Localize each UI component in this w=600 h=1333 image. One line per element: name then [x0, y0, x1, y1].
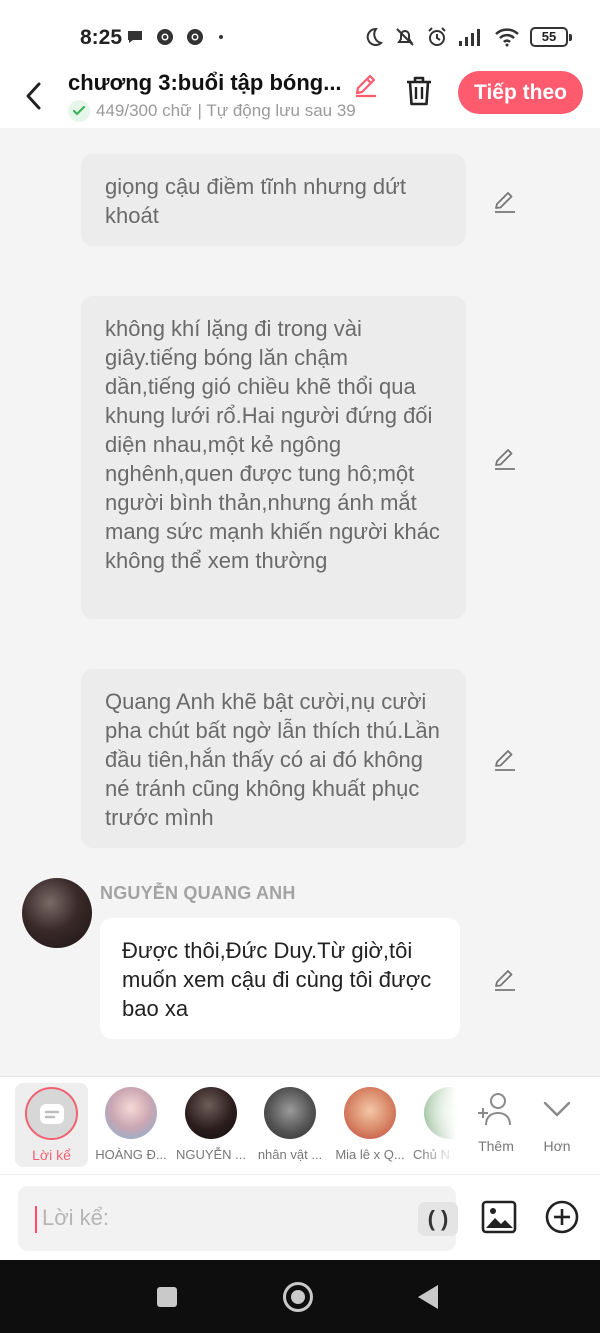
dialogue-text: Được thôi,Đức Duy.Từ giờ,tôi muốn xem cậ… [122, 938, 432, 1021]
home-button[interactable] [283, 1282, 313, 1312]
character-option[interactable]: nhân vật ... [251, 1087, 329, 1162]
add-character-label: Thêm [478, 1138, 514, 1154]
pencil-icon [495, 970, 515, 991]
narration-text: Quang Anh khẽ bật cười,nụ cười pha chút … [105, 689, 440, 830]
chat-notification-icon [128, 31, 142, 43]
dialogue-bubble[interactable]: Được thôi,Đức Duy.Từ giờ,tôi muốn xem cậ… [100, 918, 460, 1039]
back-button[interactable] [18, 76, 50, 116]
pencil-icon [495, 449, 515, 470]
character-avatar[interactable] [22, 878, 92, 948]
chevron-down-icon [543, 1101, 571, 1117]
narration-text: giọng cậu điềm tĩnh nhưng dứt khoát [105, 174, 406, 228]
editor-header: chương 3:buổi tập bóng... 449/300 chữ | … [0, 70, 600, 128]
more-button[interactable]: Hơn [527, 1091, 587, 1154]
narration-mode-button[interactable]: Lời kể [15, 1083, 88, 1167]
scroll-fade [420, 1077, 460, 1175]
character-option-label: Mia lê x Q... [335, 1147, 405, 1162]
edit-title-button[interactable] [352, 70, 380, 98]
plus-circle-icon [545, 1200, 579, 1234]
narration-text: không khí lặng đi trong vài giây.tiếng b… [105, 316, 440, 573]
status-system-icons: 55 [362, 26, 572, 48]
alarm-icon [428, 27, 446, 46]
character-option[interactable]: NGUYỄN ... [172, 1087, 250, 1162]
parentheses-button[interactable]: ( ) [418, 1202, 458, 1236]
chevron-left-icon [26, 82, 41, 110]
pencil-icon [355, 74, 376, 98]
check-icon [68, 100, 90, 122]
character-avatar [344, 1087, 396, 1139]
system-nav-bar [0, 1260, 600, 1333]
character-avatar [105, 1087, 157, 1139]
save-status: 449/300 chữ | Tự động lưu sau 39 [68, 100, 356, 122]
edit-message-button[interactable] [492, 746, 518, 772]
character-name: NGUYỄN QUANG ANH [100, 883, 296, 903]
home-dot-icon [291, 1290, 305, 1304]
signal-icon [459, 29, 480, 46]
character-option-label: nhân vật ... [257, 1147, 323, 1162]
narration-input[interactable]: Lời kể: ( ) [18, 1186, 458, 1251]
chapter-title[interactable]: chương 3:buổi tập bóng... [68, 70, 342, 96]
narration-bubble[interactable]: giọng cậu điềm tĩnh nhưng dứt khoát [81, 154, 466, 246]
edit-message-button[interactable] [492, 445, 518, 471]
add-person-icon [478, 1093, 511, 1126]
edit-message-button[interactable] [492, 188, 518, 214]
recents-button[interactable] [157, 1287, 177, 1307]
story-content[interactable]: giọng cậu điềm tĩnh nhưng dứt khoát khôn… [0, 128, 600, 1076]
system-back-button[interactable] [418, 1285, 438, 1309]
character-picker: Lời kể HOÀNG Đ... NGUYỄN ... nhân vật ..… [0, 1076, 600, 1175]
add-content-button[interactable] [545, 1200, 579, 1234]
word-count: 449/300 chữ [96, 101, 192, 120]
text-caret [35, 1206, 37, 1233]
moon-icon [366, 27, 384, 46]
pencil-icon [495, 192, 515, 213]
composer: Lời kể: ( ) [0, 1174, 600, 1260]
character-option[interactable]: HOÀNG Đ... [92, 1087, 170, 1162]
character-option-label: HOÀNG Đ... [95, 1147, 167, 1162]
edit-message-button[interactable] [492, 966, 518, 992]
input-placeholder: Lời kể: [42, 1205, 110, 1230]
character-avatar [185, 1087, 237, 1139]
pencil-icon [495, 750, 515, 771]
add-character-button[interactable]: Thêm [466, 1091, 526, 1154]
autosave-text: | Tự động lưu sau 39 [197, 101, 356, 120]
trash-icon [407, 76, 431, 106]
battery-indicator: 55 [530, 27, 572, 47]
chrome-icon [157, 29, 173, 45]
narration-bubble[interactable]: Quang Anh khẽ bật cười,nụ cười pha chút … [81, 669, 466, 848]
narration-label: Lời kể [32, 1147, 71, 1163]
character-option[interactable]: Mia lê x Q... [331, 1087, 409, 1162]
chrome-icon [187, 29, 203, 45]
status-time: 8:25 [80, 26, 123, 49]
next-button[interactable]: Tiếp theo [458, 71, 583, 114]
more-label: Hơn [543, 1138, 571, 1154]
character-option-label: NGUYỄN ... [175, 1147, 247, 1162]
narration-icon [25, 1087, 78, 1140]
mute-bell-icon [396, 28, 414, 46]
status-notification-icons [126, 28, 226, 46]
insert-image-button[interactable] [481, 1199, 517, 1235]
character-avatar [264, 1087, 316, 1139]
wifi-icon [495, 28, 519, 47]
dot-icon [219, 35, 223, 39]
delete-button[interactable] [404, 74, 436, 110]
status-bar: 8:25 55 [0, 0, 600, 70]
narration-bubble[interactable]: không khí lặng đi trong vài giây.tiếng b… [81, 296, 466, 619]
image-icon [481, 1200, 517, 1234]
